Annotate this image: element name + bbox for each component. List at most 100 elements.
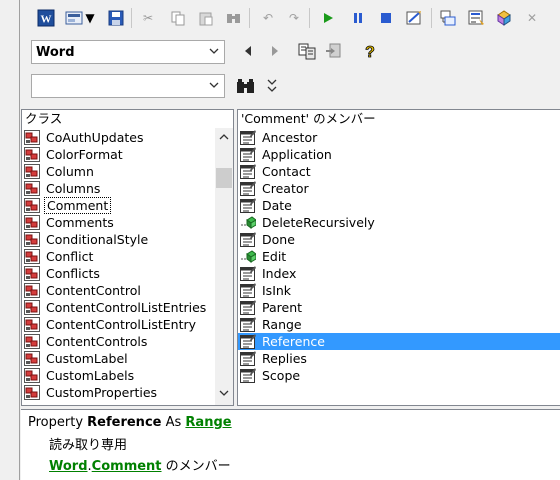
member-list-item-label: IsInk <box>262 283 292 298</box>
class-list-item[interactable]: CoAuthUpdates <box>22 129 216 146</box>
redo-icon[interactable]: ↷ <box>285 9 303 27</box>
view-word-icon[interactable]: W <box>37 9 55 27</box>
library-select-value: Word <box>36 45 75 60</box>
class-list-item[interactable]: Column <box>22 163 216 180</box>
method-icon <box>240 249 257 264</box>
find-icon[interactable] <box>225 9 243 27</box>
class-list-item[interactable]: CustomLabel <box>22 350 216 367</box>
member-list-item[interactable]: Ancestor <box>238 129 560 146</box>
property-icon <box>240 198 256 213</box>
class-list-item[interactable]: Columns <box>22 180 216 197</box>
member-list-item[interactable]: Contact <box>238 163 560 180</box>
member-list-item-label: Index <box>262 266 297 281</box>
scroll-thumb[interactable] <box>216 168 232 188</box>
class-icon <box>24 249 40 264</box>
class-list-item-label: CustomLabel <box>46 351 128 366</box>
chevron-down-icon[interactable] <box>208 78 220 95</box>
reset-icon[interactable] <box>377 9 395 27</box>
chevron-down-icon[interactable] <box>208 44 220 61</box>
help-icon[interactable]: ? <box>363 42 377 63</box>
member-list-item[interactable]: Application <box>238 146 560 163</box>
class-list-item-label: Column <box>46 164 94 179</box>
member-list-item-label: Reference <box>262 334 325 349</box>
library-select[interactable]: Word <box>31 40 225 64</box>
class-list-item[interactable]: Conflict <box>22 248 216 265</box>
class-list-item[interactable]: Conflicts <box>22 265 216 282</box>
copy-to-clipboard-icon[interactable] <box>298 42 318 63</box>
class-icon <box>24 266 40 281</box>
class-list-item[interactable]: ContentControl <box>22 282 216 299</box>
design-mode-icon[interactable] <box>405 9 423 27</box>
object-browser-icon[interactable] <box>495 9 513 27</box>
class-list-item[interactable]: ContentControlListEntries <box>22 299 216 316</box>
member-list-item[interactable]: Done <box>238 231 560 248</box>
class-link[interactable]: Comment <box>92 459 162 474</box>
classes-pane: クラス CoAuthUpdates ColorFormat Column Column… <box>21 109 234 406</box>
class-icon <box>24 368 40 383</box>
class-icon <box>24 385 40 400</box>
classes-scrollbar[interactable] <box>215 128 233 405</box>
toggle-search-results-icon[interactable] <box>266 78 278 97</box>
member-list-item[interactable]: Replies <box>238 350 560 367</box>
class-list-item[interactable]: Comment <box>22 197 216 214</box>
scroll-up-icon[interactable] <box>215 130 233 148</box>
member-list-item[interactable]: Parent <box>238 299 560 316</box>
class-icon <box>24 232 40 247</box>
go-back-icon[interactable] <box>243 45 253 60</box>
member-list-item[interactable]: Creator <box>238 180 560 197</box>
member-list-item[interactable]: Range <box>238 316 560 333</box>
class-list-item[interactable]: ColorFormat <box>22 146 216 163</box>
class-icon <box>24 181 40 196</box>
class-icon <box>24 351 40 366</box>
class-icon <box>24 215 40 230</box>
member-list-item[interactable]: DeleteRecursively <box>238 214 560 231</box>
properties-icon[interactable] <box>467 9 485 27</box>
scroll-down-icon[interactable] <box>215 386 233 404</box>
save-icon[interactable] <box>107 9 125 27</box>
break-icon[interactable] <box>349 9 367 27</box>
class-list-item[interactable]: Comments <box>22 214 216 231</box>
insert-dropdown-icon[interactable]: ▼ <box>84 9 96 27</box>
library-link[interactable]: Word <box>49 459 88 474</box>
view-definition-icon[interactable] <box>325 42 345 63</box>
class-list-item-label: Conflict <box>46 249 94 264</box>
svg-text:W: W <box>41 14 52 26</box>
details-member-name: Reference <box>87 415 162 430</box>
class-icon <box>24 130 40 145</box>
class-list-item-label: Conflicts <box>46 266 100 281</box>
class-list-item-label: ColorFormat <box>46 147 123 162</box>
member-list-item[interactable]: Edit <box>238 248 560 265</box>
view-object-icon[interactable] <box>65 9 83 27</box>
class-list-item[interactable]: CustomProperties <box>22 384 216 401</box>
member-list-item[interactable]: Scope <box>238 367 560 384</box>
type-link[interactable]: Range <box>185 415 231 430</box>
undo-icon[interactable]: ↶ <box>259 9 277 27</box>
run-icon[interactable] <box>319 9 337 27</box>
member-list-item-label: DeleteRecursively <box>262 215 375 230</box>
copy-icon[interactable] <box>169 9 187 27</box>
search-combo[interactable] <box>31 74 225 98</box>
class-icon <box>24 164 40 179</box>
search-icon[interactable] <box>236 77 256 98</box>
paste-icon[interactable] <box>197 9 215 27</box>
class-list-item-label: ContentControls <box>46 334 148 349</box>
go-forward-icon[interactable] <box>270 45 280 60</box>
cut-icon[interactable]: ✂ <box>139 9 157 27</box>
member-list-item-label: Replies <box>262 351 307 366</box>
member-list-item-label: Edit <box>262 249 287 264</box>
member-list-item[interactable]: Index <box>238 265 560 282</box>
member-list-item[interactable]: Reference <box>238 333 560 350</box>
toolbox-icon[interactable]: ✕ <box>523 9 541 27</box>
class-list-item[interactable]: CustomLabels <box>22 367 216 384</box>
classes-pane-header: クラス <box>22 110 233 127</box>
project-explorer-icon[interactable] <box>439 9 457 27</box>
details-readonly: 読み取り専用 <box>49 438 128 453</box>
member-list-item[interactable]: Date <box>238 197 560 214</box>
class-list-item[interactable]: ConditionalStyle <box>22 231 216 248</box>
class-list-item-label: ContentControlListEntries <box>46 300 207 315</box>
class-list-item[interactable]: ContentControlListEntry <box>22 316 216 333</box>
property-icon <box>240 164 256 179</box>
member-list-item[interactable]: IsInk <box>238 282 560 299</box>
class-list-item[interactable]: ContentControls <box>22 333 216 350</box>
member-list-item-label: Parent <box>262 300 303 315</box>
